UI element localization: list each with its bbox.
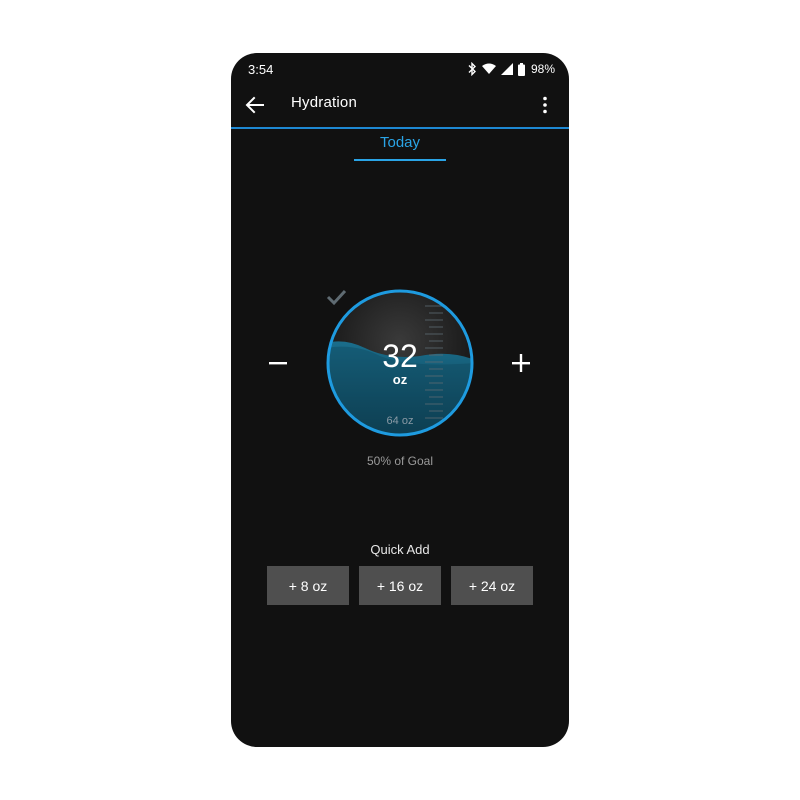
- goal-progress-text: 50% of Goal: [366, 454, 434, 468]
- quick-add-24oz-button[interactable]: + 24 oz: [451, 566, 533, 605]
- water-amount-unit: oz: [392, 372, 408, 387]
- increase-button[interactable]: [501, 343, 541, 383]
- water-amount-value: 32: [382, 338, 418, 374]
- signal-icon: [500, 63, 513, 75]
- bluetooth-icon: [468, 62, 476, 76]
- goal-amount: 64 oz: [386, 415, 414, 427]
- hydration-gauge: 32 oz 64 oz: [325, 288, 475, 438]
- tab-today[interactable]: Today: [354, 131, 446, 161]
- wifi-icon: [481, 63, 496, 74]
- tab-indicator: [354, 159, 446, 161]
- status-icons: 98%: [467, 61, 555, 77]
- battery-icon: [517, 62, 525, 76]
- tab-today-label: Today: [379, 134, 421, 151]
- more-vert-icon: [543, 96, 547, 114]
- quick-add-16oz-button[interactable]: + 16 oz: [359, 566, 441, 605]
- app-bar: Hydration: [231, 85, 569, 129]
- quick-add-8oz-button[interactable]: + 8 oz: [267, 566, 349, 605]
- arrow-back-icon: [245, 96, 264, 114]
- minus-icon: [269, 362, 287, 365]
- quick-add-label: Quick Add: [370, 542, 430, 557]
- status-bar: 3:54 98%: [231, 53, 569, 85]
- status-time: 3:54: [248, 62, 274, 77]
- checkmark-icon: [326, 289, 347, 306]
- battery-percent: 98%: [530, 62, 555, 76]
- decrease-button[interactable]: [258, 343, 298, 383]
- overflow-menu-button[interactable]: [533, 93, 557, 117]
- phone-screen: 3:54 98% Hydration Today 32 oz 64 oz 50%…: [231, 53, 569, 747]
- plus-icon: [512, 354, 530, 372]
- back-button[interactable]: [243, 93, 267, 117]
- page-title: Hydration: [291, 94, 357, 111]
